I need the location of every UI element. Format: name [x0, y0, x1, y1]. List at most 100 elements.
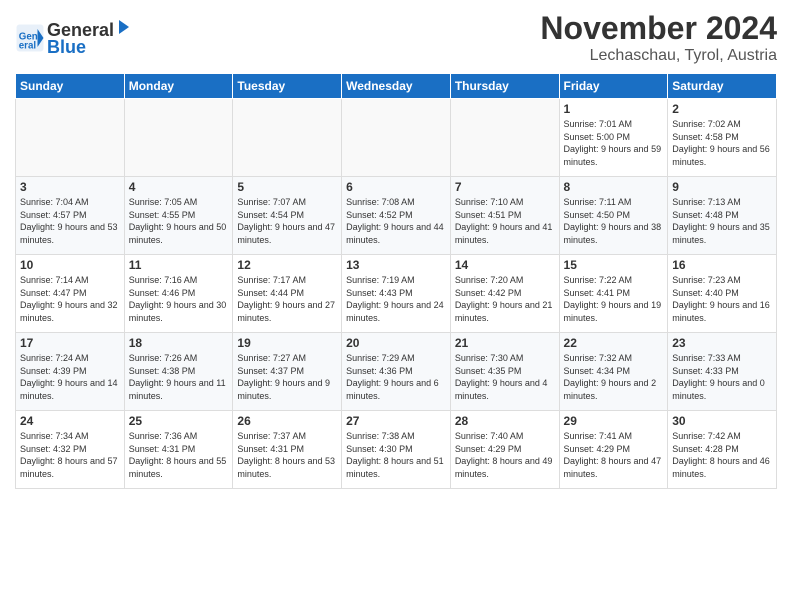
calendar-cell-w3-d2: 11Sunrise: 7:16 AMSunset: 4:46 PMDayligh… — [124, 255, 233, 333]
calendar-cell-w2-d1: 3 Sunrise: 7:04 AMSunset: 4:57 PMDaylight… — [16, 177, 125, 255]
header-friday: Friday — [559, 74, 668, 99]
calendar-cell-w5-d2: 25Sunrise: 7:36 AMSunset: 4:31 PMDayligh… — [124, 411, 233, 489]
day-info-18: Sunrise: 7:26 AMSunset: 4:38 PMDaylight:… — [129, 352, 229, 402]
day-info-21: Sunrise: 7:30 AMSunset: 4:35 PMDaylight:… — [455, 352, 555, 402]
calendar-cell-w3-d3: 12 Sunrise: 7:17 AMSunset: 4:44 PMDayligh… — [233, 255, 342, 333]
day-info-28: Sunrise: 7:40 AMSunset: 4:29 PMDaylight:… — [455, 430, 555, 480]
day-number-18: 18 — [129, 336, 229, 350]
day-number-2: 2 — [672, 102, 772, 116]
day-info-9: Sunrise: 7:13 AMSunset: 4:48 PMDaylight:… — [672, 196, 772, 246]
day-info-11: Sunrise: 7:16 AMSunset: 4:46 PMDaylight:… — [129, 274, 229, 324]
day-info-12: Sunrise: 7:17 AMSunset: 4:44 PMDaylight:… — [237, 274, 337, 324]
location-title: Lechaschau, Tyrol, Austria — [540, 47, 777, 65]
calendar: Sunday Monday Tuesday Wednesday Thursday… — [15, 73, 777, 489]
day-info-1: Sunrise: 7:01 AMSunset: 5:00 PMDaylight:… — [564, 118, 664, 168]
day-info-26: Sunrise: 7:37 AMSunset: 4:31 PMDaylight:… — [237, 430, 337, 480]
day-info-23: Sunrise: 7:33 AMSunset: 4:33 PMDaylight:… — [672, 352, 772, 402]
header-saturday: Saturday — [668, 74, 777, 99]
day-number-24: 24 — [20, 414, 120, 428]
day-info-22: Sunrise: 7:32 AMSunset: 4:34 PMDaylight:… — [564, 352, 664, 402]
svg-text:eral: eral — [19, 40, 37, 51]
calendar-cell-w2-d5: 7 Sunrise: 7:10 AMSunset: 4:51 PMDaylight… — [450, 177, 559, 255]
day-info-7: Sunrise: 7:10 AMSunset: 4:51 PMDaylight:… — [455, 196, 555, 246]
calendar-cell-w3-d4: 13Sunrise: 7:19 AMSunset: 4:43 PMDayligh… — [342, 255, 451, 333]
calendar-cell-w5-d3: 26 Sunrise: 7:37 AMSunset: 4:31 PMDayligh… — [233, 411, 342, 489]
calendar-cell-w2-d6: 8Sunrise: 7:11 AMSunset: 4:50 PMDaylight… — [559, 177, 668, 255]
day-number-6: 6 — [346, 180, 446, 194]
header-tuesday: Tuesday — [233, 74, 342, 99]
month-title: November 2024 — [540, 10, 777, 47]
day-number-22: 22 — [564, 336, 664, 350]
header-wednesday: Wednesday — [342, 74, 451, 99]
day-number-14: 14 — [455, 258, 555, 272]
calendar-cell-w3-d6: 15 Sunrise: 7:22 AMSunset: 4:41 PMDayligh… — [559, 255, 668, 333]
day-number-26: 26 — [237, 414, 337, 428]
day-info-17: Sunrise: 7:24 AMSunset: 4:39 PMDaylight:… — [20, 352, 120, 402]
calendar-cell-w3-d7: 16 Sunrise: 7:23 AMSunset: 4:40 PMDayligh… — [668, 255, 777, 333]
day-info-24: Sunrise: 7:34 AMSunset: 4:32 PMDaylight:… — [20, 430, 120, 480]
title-block: November 2024 Lechaschau, Tyrol, Austria — [540, 10, 777, 65]
calendar-cell-w4-d2: 18 Sunrise: 7:26 AMSunset: 4:38 PMDayligh… — [124, 333, 233, 411]
day-info-5: Sunrise: 7:07 AMSunset: 4:54 PMDaylight:… — [237, 196, 337, 246]
day-number-15: 15 — [564, 258, 664, 272]
day-number-16: 16 — [672, 258, 772, 272]
day-number-12: 12 — [237, 258, 337, 272]
day-number-1: 1 — [564, 102, 664, 116]
week-row-5: 24 Sunrise: 7:34 AMSunset: 4:32 PMDayligh… — [16, 411, 777, 489]
day-number-30: 30 — [672, 414, 772, 428]
calendar-cell-w1-d4 — [342, 99, 451, 177]
calendar-cell-w4-d4: 20 Sunrise: 7:29 AMSunset: 4:36 PMDayligh… — [342, 333, 451, 411]
day-number-20: 20 — [346, 336, 446, 350]
week-row-3: 10 Sunrise: 7:14 AMSunset: 4:47 PMDayligh… — [16, 255, 777, 333]
calendar-cell-w5-d6: 29 Sunrise: 7:41 AMSunset: 4:29 PMDayligh… — [559, 411, 668, 489]
calendar-cell-w4-d1: 17Sunrise: 7:24 AMSunset: 4:39 PMDayligh… — [16, 333, 125, 411]
day-info-2: Sunrise: 7:02 AMSunset: 4:58 PMDaylight:… — [672, 118, 772, 168]
day-number-28: 28 — [455, 414, 555, 428]
logo: Gen eral General Blue — [15, 18, 133, 58]
day-number-10: 10 — [20, 258, 120, 272]
calendar-cell-w1-d3 — [233, 99, 342, 177]
day-info-10: Sunrise: 7:14 AMSunset: 4:47 PMDaylight:… — [20, 274, 120, 324]
day-info-29: Sunrise: 7:41 AMSunset: 4:29 PMDaylight:… — [564, 430, 664, 480]
calendar-cell-w1-d7: 2 Sunrise: 7:02 AMSunset: 4:58 PMDaylight… — [668, 99, 777, 177]
week-row-1: 1 Sunrise: 7:01 AMSunset: 5:00 PMDaylight… — [16, 99, 777, 177]
day-number-7: 7 — [455, 180, 555, 194]
header-thursday: Thursday — [450, 74, 559, 99]
calendar-cell-w2-d3: 5 Sunrise: 7:07 AMSunset: 4:54 PMDaylight… — [233, 177, 342, 255]
header: Gen eral General Blue November 2024 Lech… — [15, 10, 777, 65]
day-number-29: 29 — [564, 414, 664, 428]
day-number-25: 25 — [129, 414, 229, 428]
calendar-cell-w2-d7: 9 Sunrise: 7:13 AMSunset: 4:48 PMDaylight… — [668, 177, 777, 255]
logo-arrow-icon — [115, 18, 133, 36]
week-row-4: 17Sunrise: 7:24 AMSunset: 4:39 PMDayligh… — [16, 333, 777, 411]
day-info-8: Sunrise: 7:11 AMSunset: 4:50 PMDaylight:… — [564, 196, 664, 246]
day-info-16: Sunrise: 7:23 AMSunset: 4:40 PMDaylight:… — [672, 274, 772, 324]
day-number-9: 9 — [672, 180, 772, 194]
calendar-cell-w1-d1 — [16, 99, 125, 177]
calendar-cell-w1-d2 — [124, 99, 233, 177]
day-info-15: Sunrise: 7:22 AMSunset: 4:41 PMDaylight:… — [564, 274, 664, 324]
calendar-header-row: Sunday Monday Tuesday Wednesday Thursday… — [16, 74, 777, 99]
day-info-3: Sunrise: 7:04 AMSunset: 4:57 PMDaylight:… — [20, 196, 120, 246]
calendar-cell-w4-d6: 22 Sunrise: 7:32 AMSunset: 4:34 PMDayligh… — [559, 333, 668, 411]
day-info-20: Sunrise: 7:29 AMSunset: 4:36 PMDaylight:… — [346, 352, 446, 402]
day-number-21: 21 — [455, 336, 555, 350]
day-number-4: 4 — [129, 180, 229, 194]
header-sunday: Sunday — [16, 74, 125, 99]
week-row-2: 3 Sunrise: 7:04 AMSunset: 4:57 PMDaylight… — [16, 177, 777, 255]
day-info-6: Sunrise: 7:08 AMSunset: 4:52 PMDaylight:… — [346, 196, 446, 246]
calendar-cell-w1-d5 — [450, 99, 559, 177]
day-info-30: Sunrise: 7:42 AMSunset: 4:28 PMDaylight:… — [672, 430, 772, 480]
day-number-23: 23 — [672, 336, 772, 350]
day-number-3: 3 — [20, 180, 120, 194]
logo-icon: Gen eral — [15, 23, 45, 53]
calendar-cell-w3-d1: 10 Sunrise: 7:14 AMSunset: 4:47 PMDayligh… — [16, 255, 125, 333]
calendar-cell-w5-d5: 28 Sunrise: 7:40 AMSunset: 4:29 PMDayligh… — [450, 411, 559, 489]
day-number-13: 13 — [346, 258, 446, 272]
day-info-14: Sunrise: 7:20 AMSunset: 4:42 PMDaylight:… — [455, 274, 555, 324]
day-number-5: 5 — [237, 180, 337, 194]
calendar-cell-w1-d6: 1 Sunrise: 7:01 AMSunset: 5:00 PMDaylight… — [559, 99, 668, 177]
day-number-27: 27 — [346, 414, 446, 428]
day-number-19: 19 — [237, 336, 337, 350]
header-monday: Monday — [124, 74, 233, 99]
